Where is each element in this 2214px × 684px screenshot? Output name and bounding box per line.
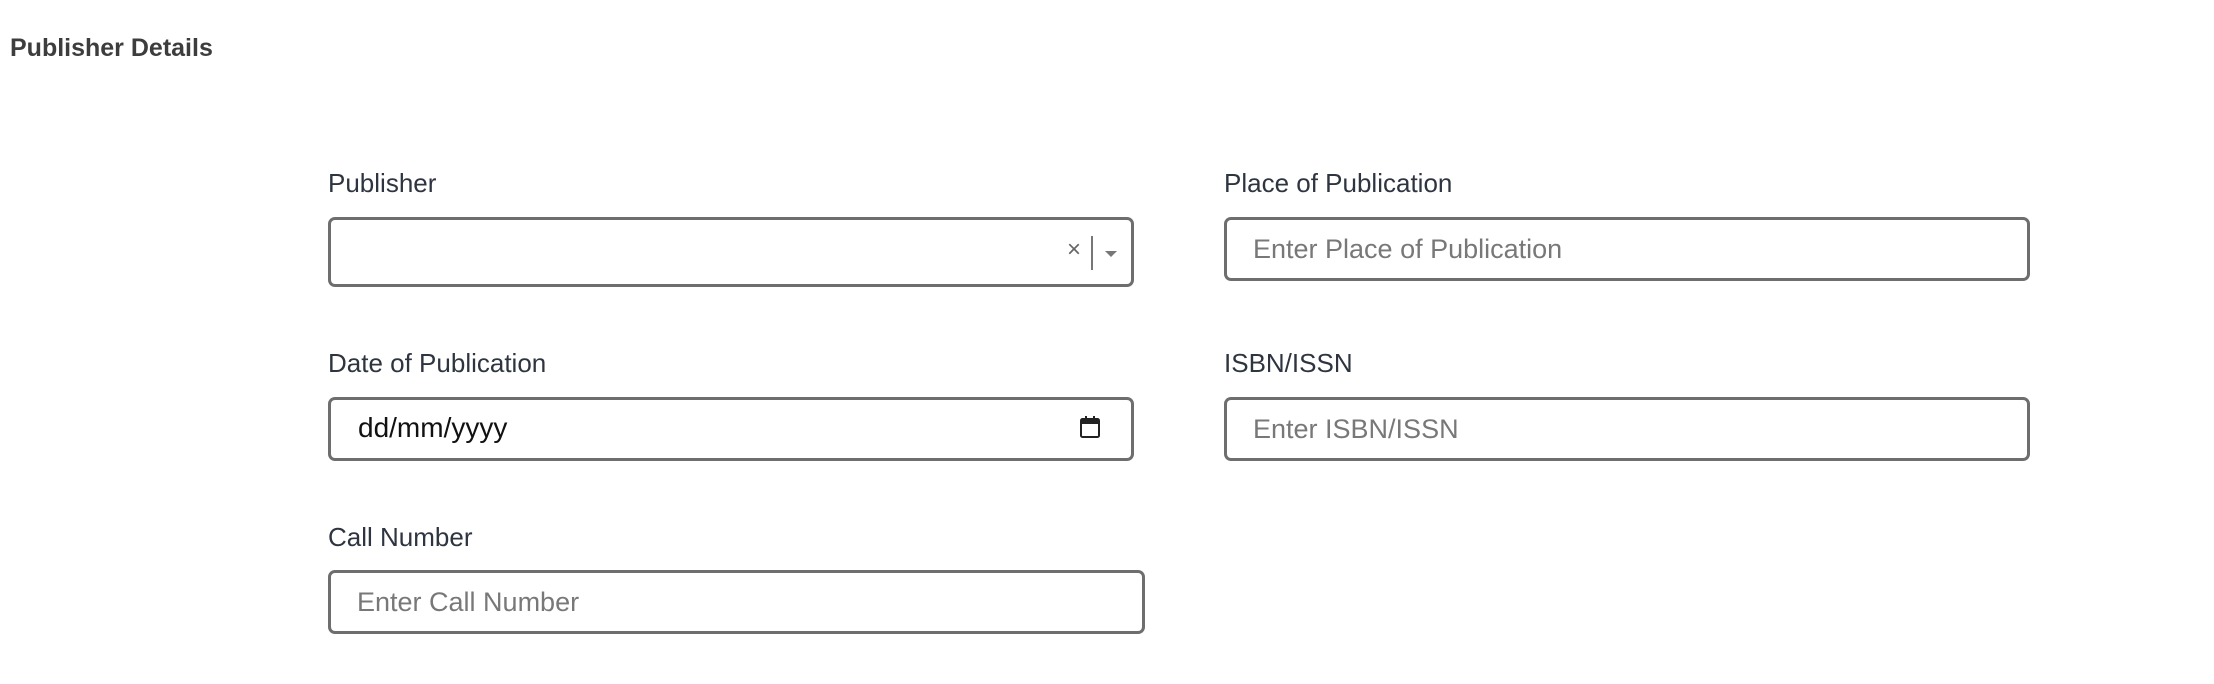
clear-icon[interactable]: ×	[1067, 238, 1081, 262]
place-of-publication-input[interactable]	[1224, 217, 2030, 281]
date-of-publication-input[interactable]: dd/mm/yyyy	[328, 397, 1134, 461]
isbn-issn-label: ISBN/ISSN	[1224, 348, 1353, 378]
date-of-publication-label: Date of Publication	[328, 348, 547, 378]
call-number-input[interactable]	[328, 570, 1145, 634]
chevron-down-icon[interactable]	[1105, 251, 1117, 257]
calendar-icon[interactable]	[1079, 415, 1101, 439]
select-divider	[1091, 236, 1093, 270]
publisher-select[interactable]: ×	[328, 217, 1134, 287]
section-title: Publisher Details	[10, 34, 213, 62]
isbn-issn-input[interactable]	[1224, 397, 2030, 461]
place-of-publication-label: Place of Publication	[1224, 168, 1453, 198]
date-format-text: dd/mm/yyyy	[358, 412, 508, 443]
publisher-label: Publisher	[328, 168, 437, 198]
call-number-label: Call Number	[328, 522, 473, 552]
